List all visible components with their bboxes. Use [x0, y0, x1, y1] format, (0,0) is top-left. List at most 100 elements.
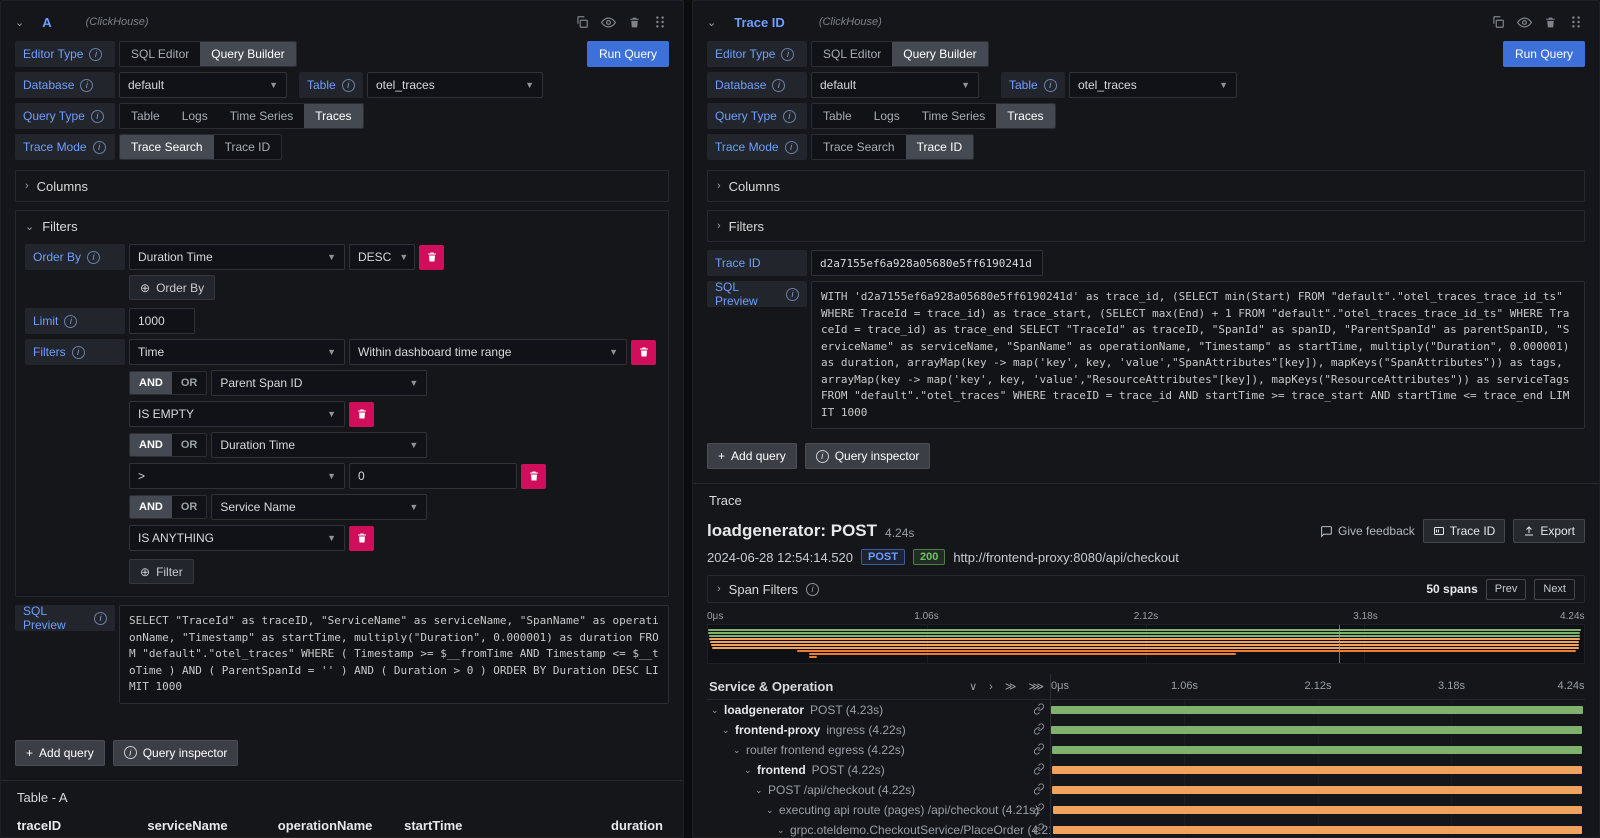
condition-field-select[interactable]: Parent Span ID▼	[211, 370, 427, 396]
info-icon[interactable]: i	[342, 79, 355, 92]
column-header-serviceName[interactable]: serviceName	[145, 812, 275, 838]
drag-handle-icon[interactable]	[651, 13, 669, 31]
info-icon[interactable]: i	[72, 346, 85, 359]
span-link-icon[interactable]	[1033, 703, 1045, 718]
chevron-down-icon[interactable]: ⌄	[722, 725, 735, 736]
filter-operator-select[interactable]: Within dashboard time range▼	[349, 339, 627, 365]
filter-field-select[interactable]: Time▼	[129, 339, 345, 365]
radio-option-query-builder[interactable]: Query Builder	[892, 42, 987, 66]
span-duration-bar[interactable]	[1051, 706, 1583, 714]
trash-icon[interactable]	[625, 13, 643, 31]
join-or[interactable]: OR	[172, 372, 207, 394]
span-row[interactable]: ⌄frontend-proxyingress (4.22s)	[707, 720, 1585, 740]
span-row[interactable]: ⌄grpc.oteldemo.CheckoutService/PlaceOrde…	[707, 820, 1585, 838]
columns-section-toggle[interactable]: ›Columns	[717, 176, 1575, 196]
span-link-icon[interactable]	[1033, 763, 1045, 778]
span-link-icon[interactable]	[1033, 743, 1045, 758]
info-icon[interactable]: i	[93, 141, 106, 154]
info-icon[interactable]: i	[80, 79, 93, 92]
add-filter-button[interactable]: ⊕Filter	[129, 559, 194, 584]
give-feedback-link[interactable]: Give feedback	[1320, 524, 1415, 538]
chevron-down-icon[interactable]: ⌄	[766, 805, 779, 816]
span-link-icon[interactable]	[1033, 803, 1045, 818]
trace-minimap[interactable]	[707, 624, 1585, 664]
minimap-cursor[interactable]	[1339, 625, 1340, 663]
radio-option-time-series[interactable]: Time Series	[911, 104, 997, 128]
column-header-startTime[interactable]: startTime	[402, 812, 577, 838]
chevron-down-icon[interactable]: ⌄	[15, 16, 24, 29]
and-or-toggle[interactable]: ANDOR	[129, 495, 207, 519]
add-order-by-button[interactable]: ⊕Order By	[129, 275, 215, 300]
join-and[interactable]: AND	[130, 496, 172, 518]
span-link-icon[interactable]	[1033, 783, 1045, 798]
radio-option-query-builder[interactable]: Query Builder	[200, 42, 295, 66]
span-row[interactable]: ⌄executing api route (pages) /api/checko…	[707, 800, 1585, 820]
join-and[interactable]: AND	[130, 434, 172, 456]
info-icon[interactable]: i	[94, 612, 107, 625]
span-duration-bar[interactable]	[1052, 786, 1582, 794]
prev-button[interactable]: Prev	[1486, 579, 1527, 600]
expand-all-icon[interactable]: ⋙	[1028, 680, 1044, 693]
span-duration-bar[interactable]	[1053, 826, 1582, 834]
columns-section-toggle[interactable]: ›Columns	[25, 176, 659, 196]
copy-icon[interactable]	[573, 13, 591, 31]
radio-option-sql-editor[interactable]: SQL Editor	[812, 42, 892, 66]
join-or[interactable]: OR	[172, 496, 207, 518]
info-icon[interactable]: i	[1044, 79, 1057, 92]
info-icon[interactable]: i	[786, 288, 799, 301]
span-row[interactable]: ⌄frontendPOST (4.22s)	[707, 760, 1585, 780]
column-header-operationName[interactable]: operationName	[276, 812, 402, 838]
span-duration-bar[interactable]	[1052, 766, 1583, 774]
span-duration-bar[interactable]	[1053, 806, 1582, 814]
chevron-right-icon[interactable]: ›	[717, 583, 721, 595]
add-query-button[interactable]: +Add query	[707, 443, 797, 469]
trash-icon[interactable]	[1541, 13, 1559, 31]
and-or-toggle[interactable]: ANDOR	[129, 371, 207, 395]
radio-option-table[interactable]: Table	[812, 104, 863, 128]
column-header-traceID[interactable]: traceID	[15, 812, 145, 838]
span-duration-bar[interactable]	[1052, 746, 1583, 754]
span-row[interactable]: ⌄loadgeneratorPOST (4.23s)	[707, 700, 1585, 720]
info-icon[interactable]: i	[89, 48, 102, 61]
trace-panel-title[interactable]: Trace	[707, 484, 1585, 515]
radio-option-table[interactable]: Table	[120, 104, 171, 128]
table-select[interactable]: otel_traces▼	[367, 72, 543, 98]
table-panel-title[interactable]: Table - A	[15, 781, 669, 812]
export-button[interactable]: Export	[1513, 519, 1585, 543]
radio-option-trace-id[interactable]: Trace ID	[906, 135, 974, 159]
database-select[interactable]: default▼	[811, 72, 979, 98]
radio-option-traces[interactable]: Traces	[996, 104, 1054, 128]
radio-option-trace-search[interactable]: Trace Search	[120, 135, 214, 159]
condition-field-select[interactable]: Duration Time▼	[211, 432, 427, 458]
column-header-duration[interactable]: duration	[577, 812, 669, 838]
join-and[interactable]: AND	[130, 372, 172, 394]
radio-option-trace-search[interactable]: Trace Search	[812, 135, 906, 159]
info-icon[interactable]: i	[783, 110, 796, 123]
copy-icon[interactable]	[1489, 13, 1507, 31]
add-query-button[interactable]: +Add query	[15, 740, 105, 766]
and-or-toggle[interactable]: ANDOR	[129, 433, 207, 457]
chevron-down-icon[interactable]: ⌄	[755, 785, 768, 796]
next-button[interactable]: Next	[1534, 579, 1575, 600]
expand-one-icon[interactable]: ›	[989, 681, 993, 693]
condition-operator-select[interactable]: IS EMPTY▼	[129, 401, 345, 427]
info-icon[interactable]: i	[64, 315, 77, 328]
chevron-down-icon[interactable]: ⌄	[707, 16, 716, 29]
chevron-down-icon[interactable]: ⌄	[733, 745, 746, 756]
span-filters-label[interactable]: Span Filters	[729, 582, 798, 597]
radio-option-traces[interactable]: Traces	[304, 104, 362, 128]
eye-icon[interactable]	[599, 13, 617, 31]
radio-option-sql-editor[interactable]: SQL Editor	[120, 42, 200, 66]
filters-section-toggle[interactable]: ›Filters	[717, 216, 1575, 236]
condition-operator-select[interactable]: >▼	[129, 463, 345, 489]
info-icon[interactable]: i	[91, 110, 104, 123]
info-icon[interactable]: i	[781, 48, 794, 61]
info-icon[interactable]: i	[87, 251, 100, 264]
run-query-button[interactable]: Run Query	[587, 41, 669, 67]
query-inspector-button[interactable]: iQuery inspector	[113, 740, 239, 766]
radio-option-trace-id[interactable]: Trace ID	[214, 135, 282, 159]
remove-condition-button[interactable]	[349, 526, 374, 551]
remove-condition-button[interactable]	[349, 402, 374, 427]
trace-id-toggle-button[interactable]: Trace ID	[1423, 519, 1506, 543]
info-icon[interactable]: i	[772, 79, 785, 92]
